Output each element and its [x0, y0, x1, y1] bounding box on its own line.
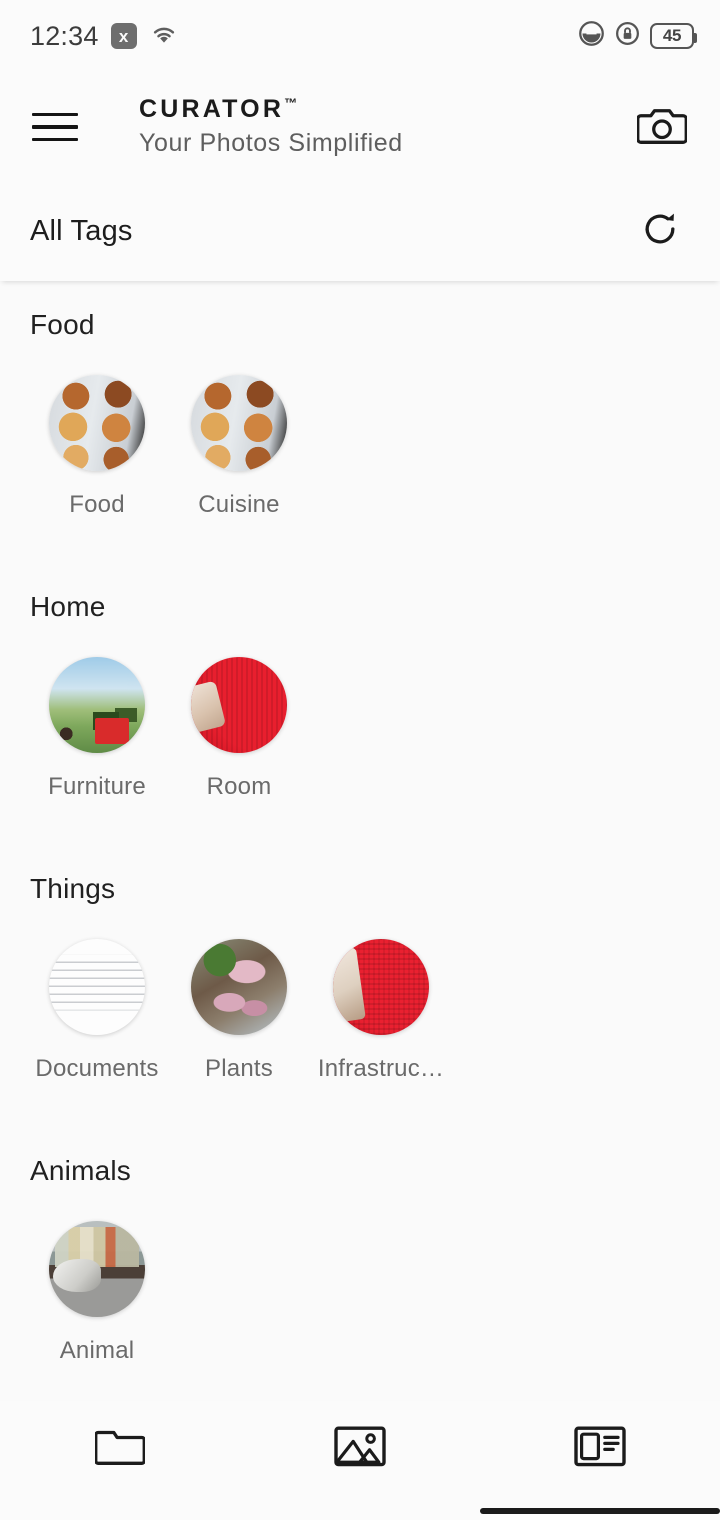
tag-tile-row: Food Cuisine — [0, 375, 720, 519]
tag-thumbnail — [49, 1221, 145, 1317]
tag-tile-row: Furniture Room — [0, 657, 720, 801]
tag-thumbnail — [191, 375, 287, 471]
app-title: CURATOR™ — [139, 95, 403, 124]
tag-section: Things Documents Plants Infrastruc… — [0, 801, 720, 1083]
tag-bar: All Tags — [0, 182, 720, 281]
app-bar: CURATOR™ Your Photos Simplified — [0, 72, 720, 182]
status-bar: 12:34 x 45 — [0, 0, 720, 72]
status-time: 12:34 — [30, 20, 99, 51]
nav-item-articles[interactable] — [480, 1401, 720, 1520]
folder-icon — [94, 1424, 146, 1473]
article-card-icon — [574, 1423, 626, 1474]
wifi-icon — [149, 22, 179, 51]
nav-item-folders[interactable] — [0, 1401, 240, 1520]
app-tagline: Your Photos Simplified — [139, 128, 403, 157]
battery-indicator: 45 — [650, 23, 697, 49]
tag-label: Furniture — [48, 773, 146, 800]
tag-tile[interactable]: Animal — [26, 1221, 168, 1365]
tag-tile[interactable]: Plants — [168, 939, 310, 1083]
status-bar-right: 45 — [578, 20, 697, 52]
tag-section: Food Food Cuisine — [0, 281, 720, 519]
tag-tile-row: Animal — [0, 1221, 720, 1365]
camera-icon — [636, 103, 688, 152]
trademark-symbol: ™ — [284, 95, 298, 111]
rotation-lock-icon — [614, 20, 641, 52]
tag-thumbnail — [191, 939, 287, 1035]
section-title: Animals — [30, 1155, 131, 1186]
tag-tile[interactable]: Infrastruc… — [310, 939, 452, 1083]
tag-tile-row: Documents Plants Infrastruc… — [0, 939, 720, 1083]
tag-label: Plants — [205, 1055, 273, 1082]
tag-thumbnail — [49, 657, 145, 753]
brand-block: CURATOR™ Your Photos Simplified — [139, 95, 403, 159]
refresh-icon — [638, 207, 682, 256]
tag-thumbnail — [333, 939, 429, 1035]
tag-sections-scroll[interactable]: Food Food Cuisine Home Furniture Room Th… — [0, 281, 720, 1401]
bottom-navigation — [0, 1401, 720, 1520]
app-title-text: CURATOR — [139, 95, 285, 123]
tag-tile[interactable]: Documents — [26, 939, 168, 1083]
tag-bar-title: All Tags — [30, 215, 133, 247]
tag-tile[interactable]: Food — [26, 375, 168, 519]
tag-thumbnail — [191, 657, 287, 753]
tag-section: Home Furniture Room — [0, 519, 720, 801]
x-badge-icon: x — [110, 23, 137, 49]
section-title: Things — [30, 873, 116, 904]
refresh-button[interactable] — [630, 202, 690, 262]
tag-label: Room — [206, 773, 272, 800]
section-title: Home — [30, 591, 106, 622]
tag-label: Infrastruc… — [317, 1055, 445, 1082]
app-root: 12:34 x 45 CURATOR™ Your Photos Simplifi… — [0, 0, 720, 1520]
tag-label: Animal — [59, 1337, 135, 1364]
section-title: Food — [30, 309, 95, 340]
tag-tile[interactable]: Furniture — [26, 657, 168, 801]
tag-label: Food — [69, 491, 125, 518]
home-indicator — [480, 1508, 720, 1514]
tag-label: Documents — [35, 1055, 159, 1082]
tag-tile[interactable]: Room — [168, 657, 310, 801]
tag-section: Animals Animal — [0, 1083, 720, 1365]
tag-thumbnail — [49, 939, 145, 1035]
image-icon — [334, 1423, 386, 1474]
hamburger-menu-icon[interactable] — [32, 105, 88, 149]
status-bar-left: 12:34 x — [30, 21, 179, 52]
tag-label: Cuisine — [198, 491, 280, 518]
do-not-disturb-icon — [578, 20, 605, 52]
tag-thumbnail — [49, 375, 145, 471]
tag-tile[interactable]: Cuisine — [168, 375, 310, 519]
camera-button[interactable] — [630, 95, 694, 159]
nav-item-photos[interactable] — [240, 1401, 480, 1520]
